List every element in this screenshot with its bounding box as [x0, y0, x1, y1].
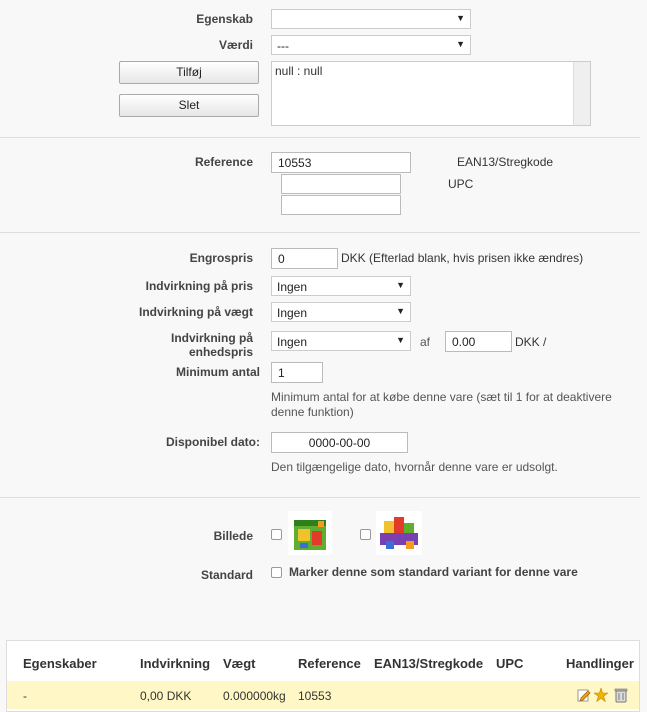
- min-hint-line1: Minimum antal for at købe denne vare (sæ…: [271, 390, 612, 404]
- min-label: Minimum antal: [175, 365, 260, 379]
- toy-box-icon: [288, 511, 332, 555]
- cell-reference: 10553: [298, 689, 332, 703]
- cell-vaegt: 0.000000kg: [223, 689, 286, 703]
- cell-indvirkning: 0,00 DKK: [140, 689, 192, 703]
- impact-price-select[interactable]: Ingen ▼: [271, 276, 411, 296]
- egenskab-label: Egenskab: [196, 12, 253, 26]
- combinations-table: Egenskaber Indvirkning Vægt Reference EA…: [6, 640, 640, 712]
- toy-blocks-icon: [376, 511, 422, 555]
- image-2-checkbox[interactable]: [360, 529, 371, 540]
- col-header-indvirkning: Indvirkning: [140, 656, 211, 671]
- engros-label: Engrospris: [189, 251, 253, 265]
- ean-label: EAN13/Stregkode: [457, 155, 554, 169]
- reference-label: Reference: [194, 155, 253, 169]
- egenskab-select[interactable]: ▼: [271, 9, 471, 29]
- col-header-ean: EAN13/Stregkode: [374, 656, 484, 671]
- min-hint: Minimum antal for at købe denne vare (sæ…: [271, 390, 641, 420]
- delete-button[interactable]: Slet: [119, 94, 259, 117]
- impact-unit-label-line2: enhedspris: [188, 345, 253, 359]
- vaerdi-label: Værdi: [218, 38, 253, 52]
- chevron-down-icon: ▼: [456, 39, 465, 49]
- reference-input[interactable]: [271, 152, 411, 173]
- col-header-upc: UPC: [496, 656, 524, 671]
- standard-label: Standard: [200, 568, 253, 582]
- impact-weight-select[interactable]: Ingen ▼: [271, 302, 411, 322]
- impact-weight-value: Ingen: [277, 306, 308, 320]
- product-image-2[interactable]: [376, 511, 422, 555]
- unit-suffix: DKK /: [515, 335, 547, 349]
- impact-unit-select[interactable]: Ingen ▼: [271, 331, 411, 351]
- unit-price-input[interactable]: [445, 331, 512, 352]
- vaerdi-select[interactable]: --- ▼: [271, 35, 471, 55]
- standard-text: Marker denne som standard variant for de…: [289, 565, 578, 579]
- impact-price-value: Ingen: [277, 280, 308, 294]
- divider: [0, 497, 640, 498]
- upc-input[interactable]: [281, 195, 401, 215]
- add-button[interactable]: Tilføj: [119, 61, 259, 84]
- attribute-list[interactable]: null : null: [271, 61, 591, 126]
- min-hint-line2: denne funktion): [271, 405, 354, 419]
- ean-input[interactable]: [281, 174, 401, 194]
- chevron-down-icon: ▼: [396, 335, 405, 345]
- upc-label: UPC: [448, 177, 474, 191]
- cell-egenskaber: -: [23, 689, 27, 703]
- chevron-down-icon: ▼: [396, 306, 405, 316]
- images-label: Billede: [213, 529, 253, 543]
- chevron-down-icon: ▼: [456, 13, 465, 23]
- impact-weight-label: Indvirkning på vægt: [138, 305, 253, 319]
- divider: [0, 137, 640, 138]
- af-label: af: [420, 335, 431, 349]
- impact-unit-value: Ingen: [277, 335, 308, 349]
- impact-unit-label: Indvirkning på enhedspris: [110, 331, 253, 359]
- scrollbar[interactable]: [573, 62, 590, 125]
- divider: [0, 232, 640, 233]
- standard-checkbox[interactable]: [271, 567, 282, 578]
- min-input[interactable]: [271, 362, 323, 383]
- vaerdi-select-value: ---: [277, 39, 289, 53]
- product-image-1[interactable]: [288, 511, 332, 555]
- edit-icon[interactable]: [577, 688, 591, 702]
- col-header-handlinger: Handlinger: [566, 656, 634, 671]
- chevron-down-icon: ▼: [396, 280, 405, 290]
- date-hint: Den tilgængelige dato, hvornår denne var…: [271, 460, 558, 474]
- impact-price-label: Indvirkning på pris: [145, 279, 253, 293]
- default-star-icon[interactable]: [593, 687, 609, 703]
- delete-trash-icon[interactable]: [614, 687, 628, 703]
- engros-note: DKK (Efterlad blank, hvis prisen ikke æn…: [341, 251, 584, 265]
- attribute-list-item[interactable]: null : null: [275, 64, 322, 78]
- engros-input[interactable]: [271, 248, 338, 269]
- date-label: Disponibel dato:: [166, 435, 260, 449]
- col-header-egenskaber: Egenskaber: [23, 656, 97, 671]
- col-header-reference: Reference: [298, 656, 361, 671]
- col-header-vaegt: Vægt: [223, 656, 256, 671]
- image-1-checkbox[interactable]: [271, 529, 282, 540]
- impact-unit-label-line1: Indvirkning på: [170, 331, 253, 345]
- date-input[interactable]: [271, 432, 408, 453]
